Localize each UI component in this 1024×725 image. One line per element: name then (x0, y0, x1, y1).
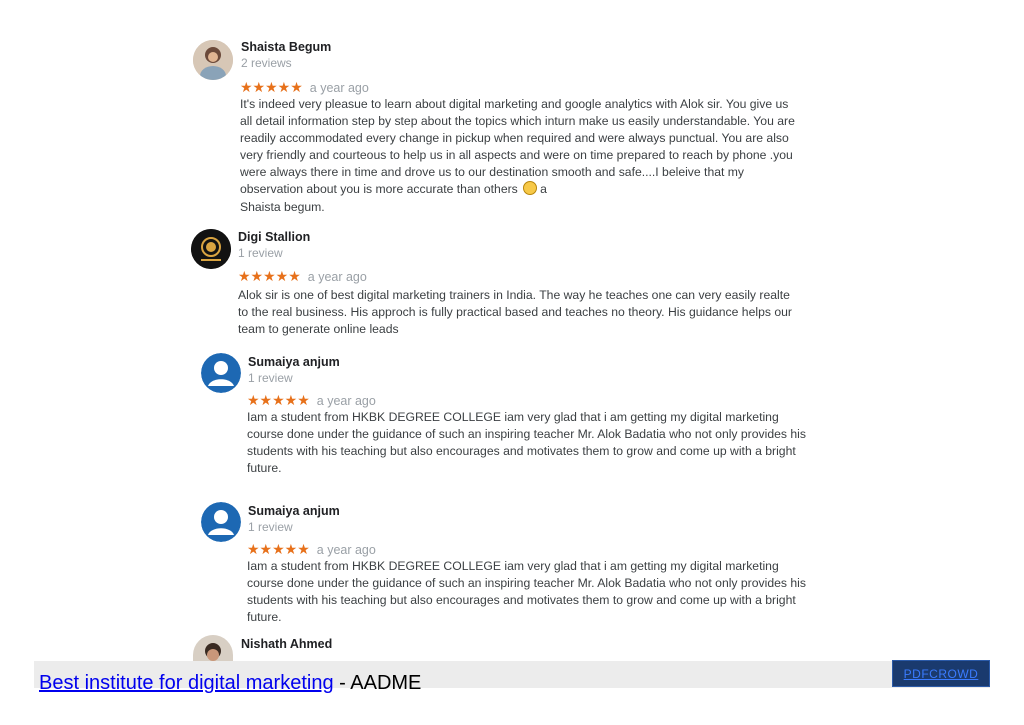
review-text: Iam a student from HKBK DEGREE COLLEGE i… (247, 559, 806, 625)
reviewer-name[interactable]: Digi Stallion (238, 230, 310, 244)
pdfcrowd-link[interactable]: PDFCROWD (904, 667, 979, 681)
reviewer-name[interactable]: Sumaiya anjum (248, 504, 340, 518)
star-rating-icon: ★★★★★ (240, 79, 303, 95)
review-text: Iam a student from HKBK DEGREE COLLEGE i… (247, 410, 806, 476)
rating-row: ★★★★★ a year ago (247, 541, 376, 558)
profile-photo-avatar[interactable] (193, 635, 233, 661)
review-time: a year ago (307, 269, 367, 284)
digi-stallion-logo-avatar[interactable] (191, 229, 231, 269)
person-silhouette-avatar[interactable] (201, 353, 241, 393)
review-count[interactable]: 1 review (248, 520, 293, 534)
review-count[interactable]: 1 review (238, 246, 283, 260)
footer-suffix: - AADME (333, 672, 422, 694)
star-rating-icon: ★★★★★ (247, 392, 310, 408)
footer-caption: Best institute for digital marketing - A… (39, 672, 421, 695)
review-text: It's indeed very pleasue to learn about … (240, 97, 795, 214)
pdfcrowd-badge[interactable]: PDFCROWD (892, 660, 990, 687)
review-time: a year ago (316, 542, 376, 557)
review-count[interactable]: 1 review (248, 371, 293, 385)
footer-link[interactable]: Best institute for digital marketing (39, 672, 334, 694)
reviewer-name[interactable]: Shaista Begum (241, 40, 331, 54)
reviewer-name[interactable]: Sumaiya anjum (248, 355, 340, 369)
review-count[interactable]: 2 reviews (241, 56, 292, 70)
reviewer-name[interactable]: Nishath Ahmed (241, 637, 332, 651)
rating-row: ★★★★★ a year ago (238, 268, 367, 285)
review-time: a year ago (316, 393, 376, 408)
star-rating-icon: ★★★★★ (238, 268, 301, 284)
star-rating-icon: ★★★★★ (247, 541, 310, 557)
person-silhouette-avatar[interactable] (201, 502, 241, 542)
review-text: Alok sir is one of best digital marketin… (238, 288, 792, 337)
rating-row: ★★★★★ a year ago (247, 392, 376, 409)
review-time: a year ago (309, 80, 369, 95)
smiling-face-icon (523, 181, 538, 196)
profile-photo-avatar[interactable] (193, 40, 233, 80)
rating-row: ★★★★★ a year ago (240, 79, 369, 96)
